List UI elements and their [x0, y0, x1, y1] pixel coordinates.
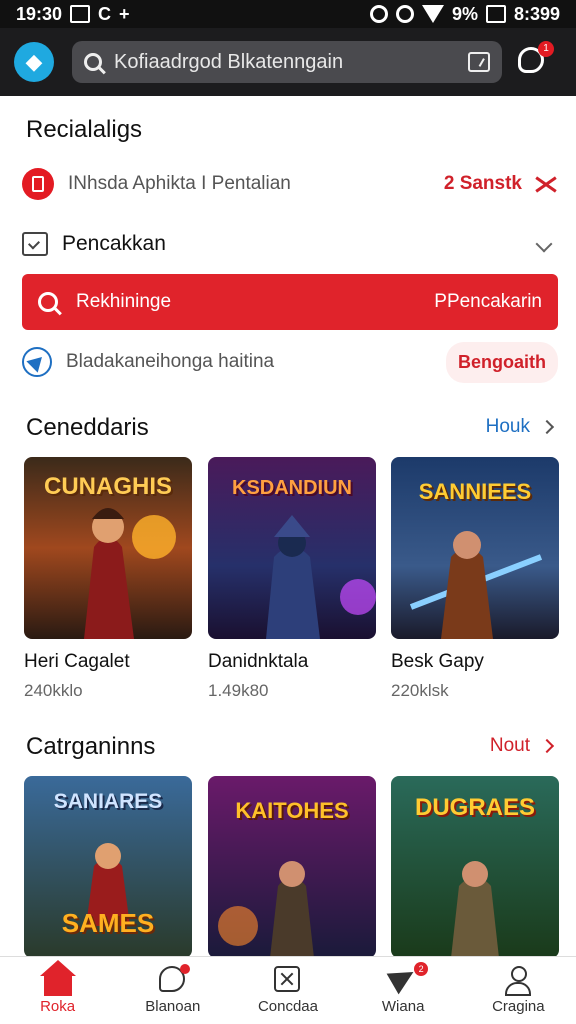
thumbnail-title: KSDANDIUN: [232, 477, 352, 499]
categories-section-title: Catrganinns: [26, 733, 156, 760]
nav-item-library[interactable]: Concdaa: [233, 966, 343, 1015]
search-icon: [38, 292, 58, 312]
game-title: Heri Cagalet: [24, 651, 130, 672]
chevron-right-icon: [539, 419, 555, 435]
category-card[interactable]: DUGRAES: [391, 776, 559, 956]
recent-item-apps[interactable]: INhsda Aphikta I Pentalian 2 Sanstk: [22, 160, 558, 208]
thumbnail-title: SANNIEES: [418, 479, 532, 504]
game-thumbnail: SANNIEES: [391, 457, 559, 639]
recent-item-share[interactable]: Bladakaneihonga haitina Bengoaith: [22, 338, 558, 386]
category-card[interactable]: KAITOHES: [208, 776, 376, 956]
plus-icon: +: [119, 3, 130, 24]
search-action-bar[interactable]: Rekhininge PPencakarin: [22, 274, 558, 330]
search-action-button[interactable]: PPencakarin: [434, 291, 542, 313]
alarm-icon: [369, 5, 388, 23]
recent-section-title: Recialaligs: [26, 116, 143, 143]
game-card[interactable]: CUNAGHIS Heri Cagalet 240kklo: [24, 457, 192, 701]
nav-label: Roka: [40, 998, 76, 1015]
nav-item-send[interactable]: 2 Wiana: [348, 961, 458, 1015]
game-downloads: 1.49k80: [208, 681, 269, 700]
recent-item-search[interactable]: Pencakkan: [22, 220, 558, 268]
thumbnail-subtitle: SAMES: [61, 908, 155, 938]
app-header: ◆ Kofiaadrgod Blkatenngain 1: [0, 28, 576, 96]
game-card[interactable]: SANNIEES Besk Gapy 220klsk: [391, 457, 559, 701]
calendar-icon: [22, 232, 48, 256]
game-title: Besk Gapy: [391, 651, 484, 672]
app-logo[interactable]: ◆: [14, 42, 54, 82]
category-thumbnail: SANIARES SAMES: [24, 776, 192, 956]
nav-label: Concdaa: [257, 998, 318, 1015]
chevron-down-icon[interactable]: [535, 235, 553, 253]
see-all-label: Nout: [489, 735, 530, 756]
game-card[interactable]: KSDANDIUN Danidnktala 1.49k80: [208, 457, 376, 701]
recent-item-action-label: 2 Sanstk: [443, 173, 522, 194]
nav-item-chat[interactable]: Blanoan: [118, 964, 228, 1015]
category-card[interactable]: SANIARES SAMES: [24, 776, 192, 956]
app-screen: 19:30 C + 9% 8:399 ◆ Kofiaadrgod Blkaten…: [0, 0, 576, 1024]
box-x-icon: [273, 966, 300, 992]
featured-section-title: Ceneddaris: [26, 414, 149, 441]
game-title: Danidnktala: [208, 651, 309, 672]
recent-item-label: Bladakaneihonga haitina: [66, 351, 275, 372]
recent-item-pill-button[interactable]: Bengoaith: [446, 341, 558, 383]
battery-icon: [485, 5, 506, 23]
close-icon[interactable]: [534, 174, 558, 194]
nav-dot-badge: [179, 964, 190, 974]
status-time: 19:30: [16, 3, 63, 24]
nav-label: Wiana: [381, 998, 425, 1015]
category-thumbnail: DUGRAES: [391, 776, 559, 956]
game-downloads: 240kklo: [24, 681, 83, 700]
nav-item-home[interactable]: Roka: [3, 960, 113, 1015]
game-thumbnail: CUNAGHIS: [24, 457, 192, 639]
see-all-label: Houk: [485, 416, 530, 437]
search-text: Kofiaadrgod Blkatenngain: [114, 50, 344, 73]
nav-label: Cragina: [492, 998, 545, 1015]
categories-see-all[interactable]: Nout: [489, 735, 555, 757]
search-action-label: Rekhininge: [76, 291, 172, 312]
status-bar: 19:30 C + 9% 8:399: [0, 0, 576, 28]
thumbnail-title: SANIARES: [53, 790, 163, 813]
category-thumbnail: KAITOHES: [208, 776, 376, 956]
app-icon: [22, 168, 54, 200]
ring-icon: [395, 5, 414, 23]
battery-level: 9%: [451, 3, 478, 24]
chevron-right-icon: [539, 738, 555, 754]
scan-icon[interactable]: [468, 52, 490, 72]
status-carrier: C: [98, 3, 112, 24]
user-icon: [504, 966, 532, 996]
game-thumbnail: KSDANDIUN: [208, 457, 376, 639]
recent-item-action[interactable]: 2 Sanstk: [444, 173, 558, 195]
recent-item-label: Pencakkan: [62, 232, 166, 255]
send-icon: [22, 347, 52, 377]
gallery-icon: [70, 5, 91, 23]
game-downloads: 220klsk: [391, 681, 449, 700]
recent-item-label: INhsda Aphikta I Pentalian: [68, 173, 291, 194]
status-clock: 8:399: [513, 3, 560, 24]
nav-label: Blanoan: [145, 998, 201, 1015]
notification-badge: 1: [538, 41, 554, 57]
thumbnail-title: DUGRAES: [414, 794, 535, 821]
notification-button[interactable]: 1: [518, 41, 554, 77]
thumbnail-title: KAITOHES: [235, 798, 349, 823]
logo-glyph-icon: ◆: [25, 49, 43, 74]
bottom-navigation: Roka Blanoan Concdaa 2 Wiana Cragina: [0, 956, 576, 1024]
thumbnail-title: CUNAGHIS: [43, 473, 172, 500]
search-icon: [84, 53, 102, 71]
nav-badge: 2: [414, 962, 429, 976]
wifi-icon: [421, 5, 444, 23]
search-input[interactable]: Kofiaadrgod Blkatenngain: [72, 41, 502, 83]
nav-item-profile[interactable]: Cragina: [463, 966, 573, 1015]
featured-see-all[interactable]: Houk: [485, 416, 555, 438]
home-icon: [39, 960, 76, 996]
main-content: Recialaligs INhsda Aphikta I Pentalian 2…: [0, 96, 576, 956]
